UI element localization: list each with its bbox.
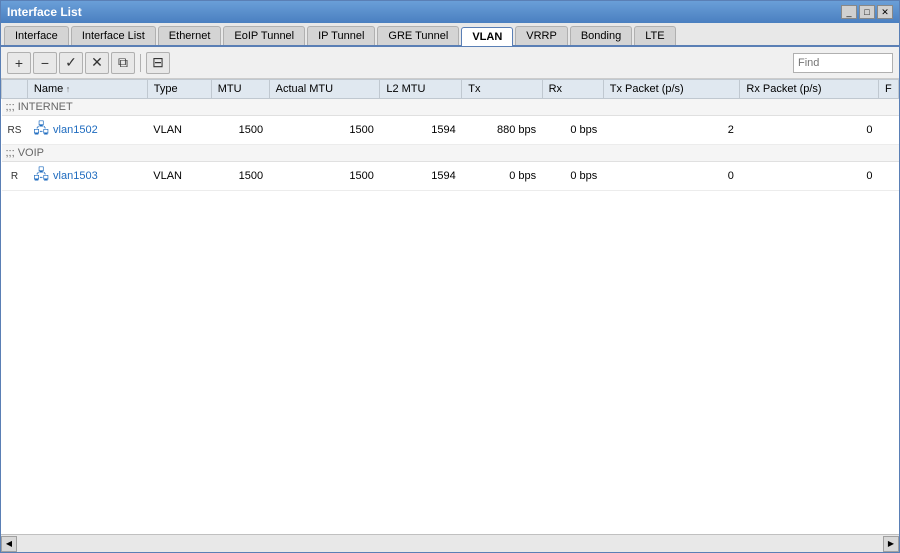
- title-bar: Interface List _ □ ✕: [1, 1, 899, 23]
- row-f: [879, 116, 899, 145]
- row-tx: 880 bps: [462, 116, 542, 145]
- title-bar-buttons: _ □ ✕: [841, 5, 893, 19]
- copy-button[interactable]: ⧉: [111, 52, 135, 74]
- interface-table: Name Type MTU Actual MTU L2 MTU Tx Rx Tx…: [1, 79, 899, 191]
- group-internet-label: ;;; INTERNET: [2, 99, 899, 116]
- tab-eoip-tunnel[interactable]: EoIP Tunnel: [223, 26, 305, 45]
- row-tx-pps: 2: [603, 116, 740, 145]
- tab-ethernet[interactable]: Ethernet: [158, 26, 222, 45]
- table-header-row: Name Type MTU Actual MTU L2 MTU Tx Rx Tx…: [2, 80, 899, 99]
- row-rx-pps: 0: [740, 116, 879, 145]
- table-row[interactable]: RS 🖧 vlan1502 VLAN 1500 1500 1594 880 bp…: [2, 116, 899, 145]
- search-box: [793, 53, 893, 73]
- col-name[interactable]: Name: [27, 80, 147, 99]
- row-tx-pps: 0: [603, 162, 740, 191]
- row-tx: 0 bps: [462, 162, 542, 191]
- filter-button[interactable]: ⊟: [146, 52, 170, 74]
- col-tx[interactable]: Tx: [462, 80, 542, 99]
- tab-interface[interactable]: Interface: [4, 26, 69, 45]
- row-l2-mtu: 1594: [380, 116, 462, 145]
- row-l2-mtu: 1594: [380, 162, 462, 191]
- scroll-track[interactable]: [17, 539, 883, 549]
- row-actual-mtu: 1500: [269, 116, 380, 145]
- col-l2-mtu[interactable]: L2 MTU: [380, 80, 462, 99]
- remove-button[interactable]: −: [33, 52, 57, 74]
- col-mtu[interactable]: MTU: [211, 80, 269, 99]
- row-actual-mtu: 1500: [269, 162, 380, 191]
- col-tx-pps[interactable]: Tx Packet (p/s): [603, 80, 740, 99]
- vlan-icon: 🖧: [33, 164, 49, 188]
- row-rx: 0 bps: [542, 162, 603, 191]
- tab-vlan[interactable]: VLAN: [461, 27, 513, 46]
- add-button[interactable]: +: [7, 52, 31, 74]
- tabs-bar: Interface Interface List Ethernet EoIP T…: [1, 23, 899, 47]
- tab-lte[interactable]: LTE: [634, 26, 675, 45]
- row-flags: R: [2, 162, 28, 191]
- main-window: Interface List _ □ ✕ Interface Interface…: [0, 0, 900, 553]
- group-internet: ;;; INTERNET: [2, 99, 899, 116]
- scroll-right-button[interactable]: ▶: [883, 536, 899, 552]
- row-type: VLAN: [147, 162, 211, 191]
- enable-button[interactable]: ✓: [59, 52, 83, 74]
- row-mtu: 1500: [211, 116, 269, 145]
- tab-vrrp[interactable]: VRRP: [515, 26, 568, 45]
- col-flag: [2, 80, 28, 99]
- close-button[interactable]: ✕: [877, 5, 893, 19]
- disable-button[interactable]: ✕: [85, 52, 109, 74]
- row-mtu: 1500: [211, 162, 269, 191]
- tab-ip-tunnel[interactable]: IP Tunnel: [307, 26, 375, 45]
- row-name[interactable]: 🖧 vlan1503: [27, 162, 147, 191]
- row-type: VLAN: [147, 116, 211, 145]
- maximize-button[interactable]: □: [859, 5, 875, 19]
- col-f[interactable]: F: [879, 80, 899, 99]
- search-input[interactable]: [793, 53, 893, 73]
- col-rx[interactable]: Rx: [542, 80, 603, 99]
- group-voip-label: ;;; VOIP: [2, 145, 899, 162]
- toolbar: + − ✓ ✕ ⧉ ⊟: [1, 47, 899, 79]
- toolbar-separator: [140, 54, 141, 72]
- row-rx-pps: 0: [740, 162, 879, 191]
- window-title: Interface List: [7, 5, 82, 19]
- vlan-icon: 🖧: [33, 118, 49, 142]
- tab-bonding[interactable]: Bonding: [570, 26, 632, 45]
- table-row[interactable]: R 🖧 vlan1503 VLAN 1500 1500 1594 0 bps 0…: [2, 162, 899, 191]
- row-flags: RS: [2, 116, 28, 145]
- row-rx: 0 bps: [542, 116, 603, 145]
- minimize-button[interactable]: _: [841, 5, 857, 19]
- tab-interface-list[interactable]: Interface List: [71, 26, 156, 45]
- row-name[interactable]: 🖧 vlan1502: [27, 116, 147, 145]
- col-actual-mtu[interactable]: Actual MTU: [269, 80, 380, 99]
- row-f: [879, 162, 899, 191]
- tab-gre-tunnel[interactable]: GRE Tunnel: [377, 26, 459, 45]
- table-container: Name Type MTU Actual MTU L2 MTU Tx Rx Tx…: [1, 79, 899, 534]
- group-voip: ;;; VOIP: [2, 145, 899, 162]
- status-bar: ◀ ▶: [1, 534, 899, 552]
- col-type[interactable]: Type: [147, 80, 211, 99]
- scroll-left-button[interactable]: ◀: [1, 536, 17, 552]
- col-rx-pps[interactable]: Rx Packet (p/s): [740, 80, 879, 99]
